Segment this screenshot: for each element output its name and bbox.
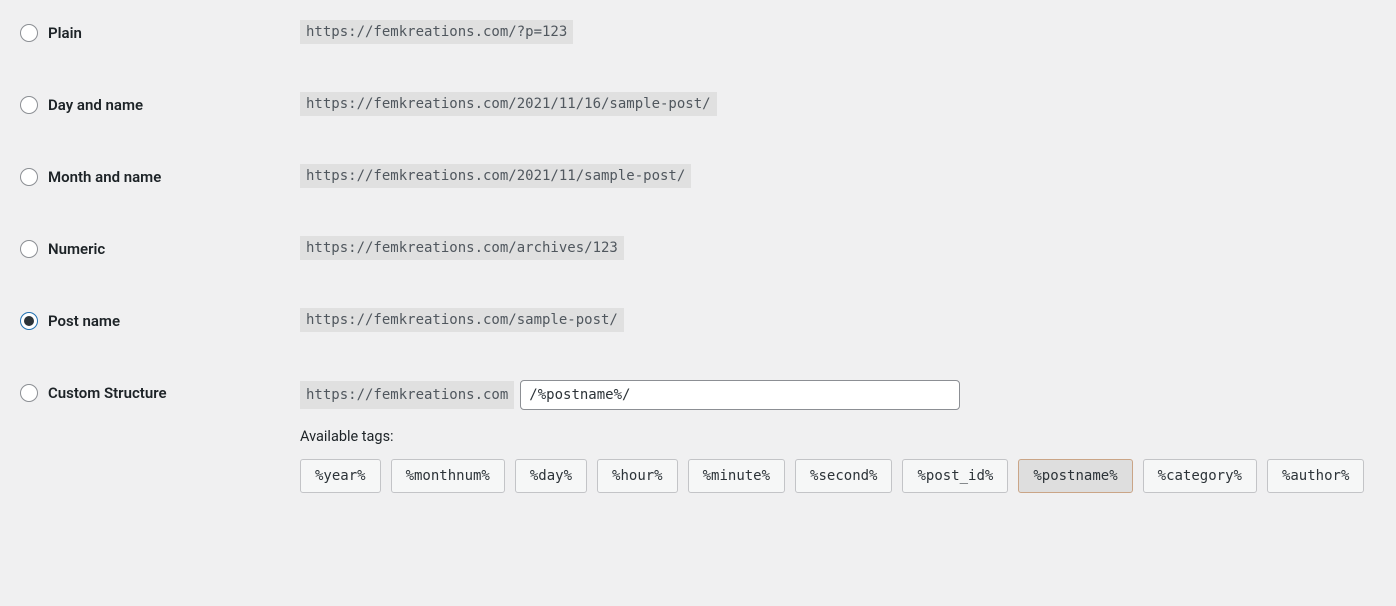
custom-structure-input[interactable] bbox=[520, 380, 960, 410]
custom-base-url: https://femkreations.com bbox=[300, 381, 514, 409]
option-value-cell: https://femkreations.com/2021/11/16/samp… bbox=[300, 92, 1376, 116]
example-month-name: https://femkreations.com/2021/11/sample-… bbox=[300, 164, 691, 188]
option-label-cell: Month and name bbox=[20, 164, 300, 186]
option-value-cell: https://femkreations.com/2021/11/sample-… bbox=[300, 164, 1376, 188]
tags-row: %year% %monthnum% %day% %hour% %minute% %seco… bbox=[300, 459, 1376, 493]
radio-numeric[interactable] bbox=[20, 240, 38, 258]
tag-button-category[interactable]: %category% bbox=[1143, 459, 1257, 493]
example-numeric: https://femkreations.com/archives/123 bbox=[300, 236, 624, 260]
radio-plain[interactable] bbox=[20, 24, 38, 42]
custom-input-row: https://femkreations.com bbox=[300, 380, 1376, 410]
option-row-custom: Custom Structure https://femkreations.co… bbox=[20, 380, 1376, 493]
tag-button-year[interactable]: %year% bbox=[300, 459, 381, 493]
radio-post-name[interactable] bbox=[20, 312, 38, 330]
label-custom[interactable]: Custom Structure bbox=[48, 384, 167, 402]
option-label-cell: Day and name bbox=[20, 92, 300, 114]
tag-button-monthnum[interactable]: %monthnum% bbox=[391, 459, 505, 493]
option-row-numeric: Numeric https://femkreations.com/archive… bbox=[20, 236, 1376, 260]
radio-month-name[interactable] bbox=[20, 168, 38, 186]
tag-button-postname[interactable]: %postname% bbox=[1018, 459, 1132, 493]
tag-button-day[interactable]: %day% bbox=[515, 459, 587, 493]
radio-day-name[interactable] bbox=[20, 96, 38, 114]
available-tags-label: Available tags: bbox=[300, 428, 1376, 445]
option-row-month-name: Month and name https://femkreations.com/… bbox=[20, 164, 1376, 188]
option-label-cell: Plain bbox=[20, 20, 300, 42]
tag-button-hour[interactable]: %hour% bbox=[597, 459, 678, 493]
label-post-name[interactable]: Post name bbox=[48, 312, 120, 330]
custom-value-cell: https://femkreations.com Available tags:… bbox=[300, 380, 1376, 493]
radio-custom[interactable] bbox=[20, 384, 38, 402]
option-value-cell: https://femkreations.com/sample-post/ bbox=[300, 308, 1376, 332]
permalink-settings: Plain https://femkreations.com/?p=123 Da… bbox=[20, 20, 1376, 493]
tag-button-post_id[interactable]: %post_id% bbox=[902, 459, 1008, 493]
option-row-day-name: Day and name https://femkreations.com/20… bbox=[20, 92, 1376, 116]
option-label-cell: Post name bbox=[20, 308, 300, 330]
example-day-name: https://femkreations.com/2021/11/16/samp… bbox=[300, 92, 717, 116]
example-post-name: https://femkreations.com/sample-post/ bbox=[300, 308, 624, 332]
label-numeric[interactable]: Numeric bbox=[48, 240, 105, 258]
tag-button-author[interactable]: %author% bbox=[1267, 459, 1364, 493]
label-plain[interactable]: Plain bbox=[48, 24, 82, 42]
option-row-post-name: Post name https://femkreations.com/sampl… bbox=[20, 308, 1376, 332]
option-label-cell: Custom Structure bbox=[20, 380, 300, 402]
option-value-cell: https://femkreations.com/?p=123 bbox=[300, 20, 1376, 44]
label-month-name[interactable]: Month and name bbox=[48, 168, 161, 186]
option-label-cell: Numeric bbox=[20, 236, 300, 258]
tag-button-minute[interactable]: %minute% bbox=[688, 459, 785, 493]
example-plain: https://femkreations.com/?p=123 bbox=[300, 20, 573, 44]
tag-button-second[interactable]: %second% bbox=[795, 459, 892, 493]
option-row-plain: Plain https://femkreations.com/?p=123 bbox=[20, 20, 1376, 44]
label-day-name[interactable]: Day and name bbox=[48, 96, 143, 114]
option-value-cell: https://femkreations.com/archives/123 bbox=[300, 236, 1376, 260]
